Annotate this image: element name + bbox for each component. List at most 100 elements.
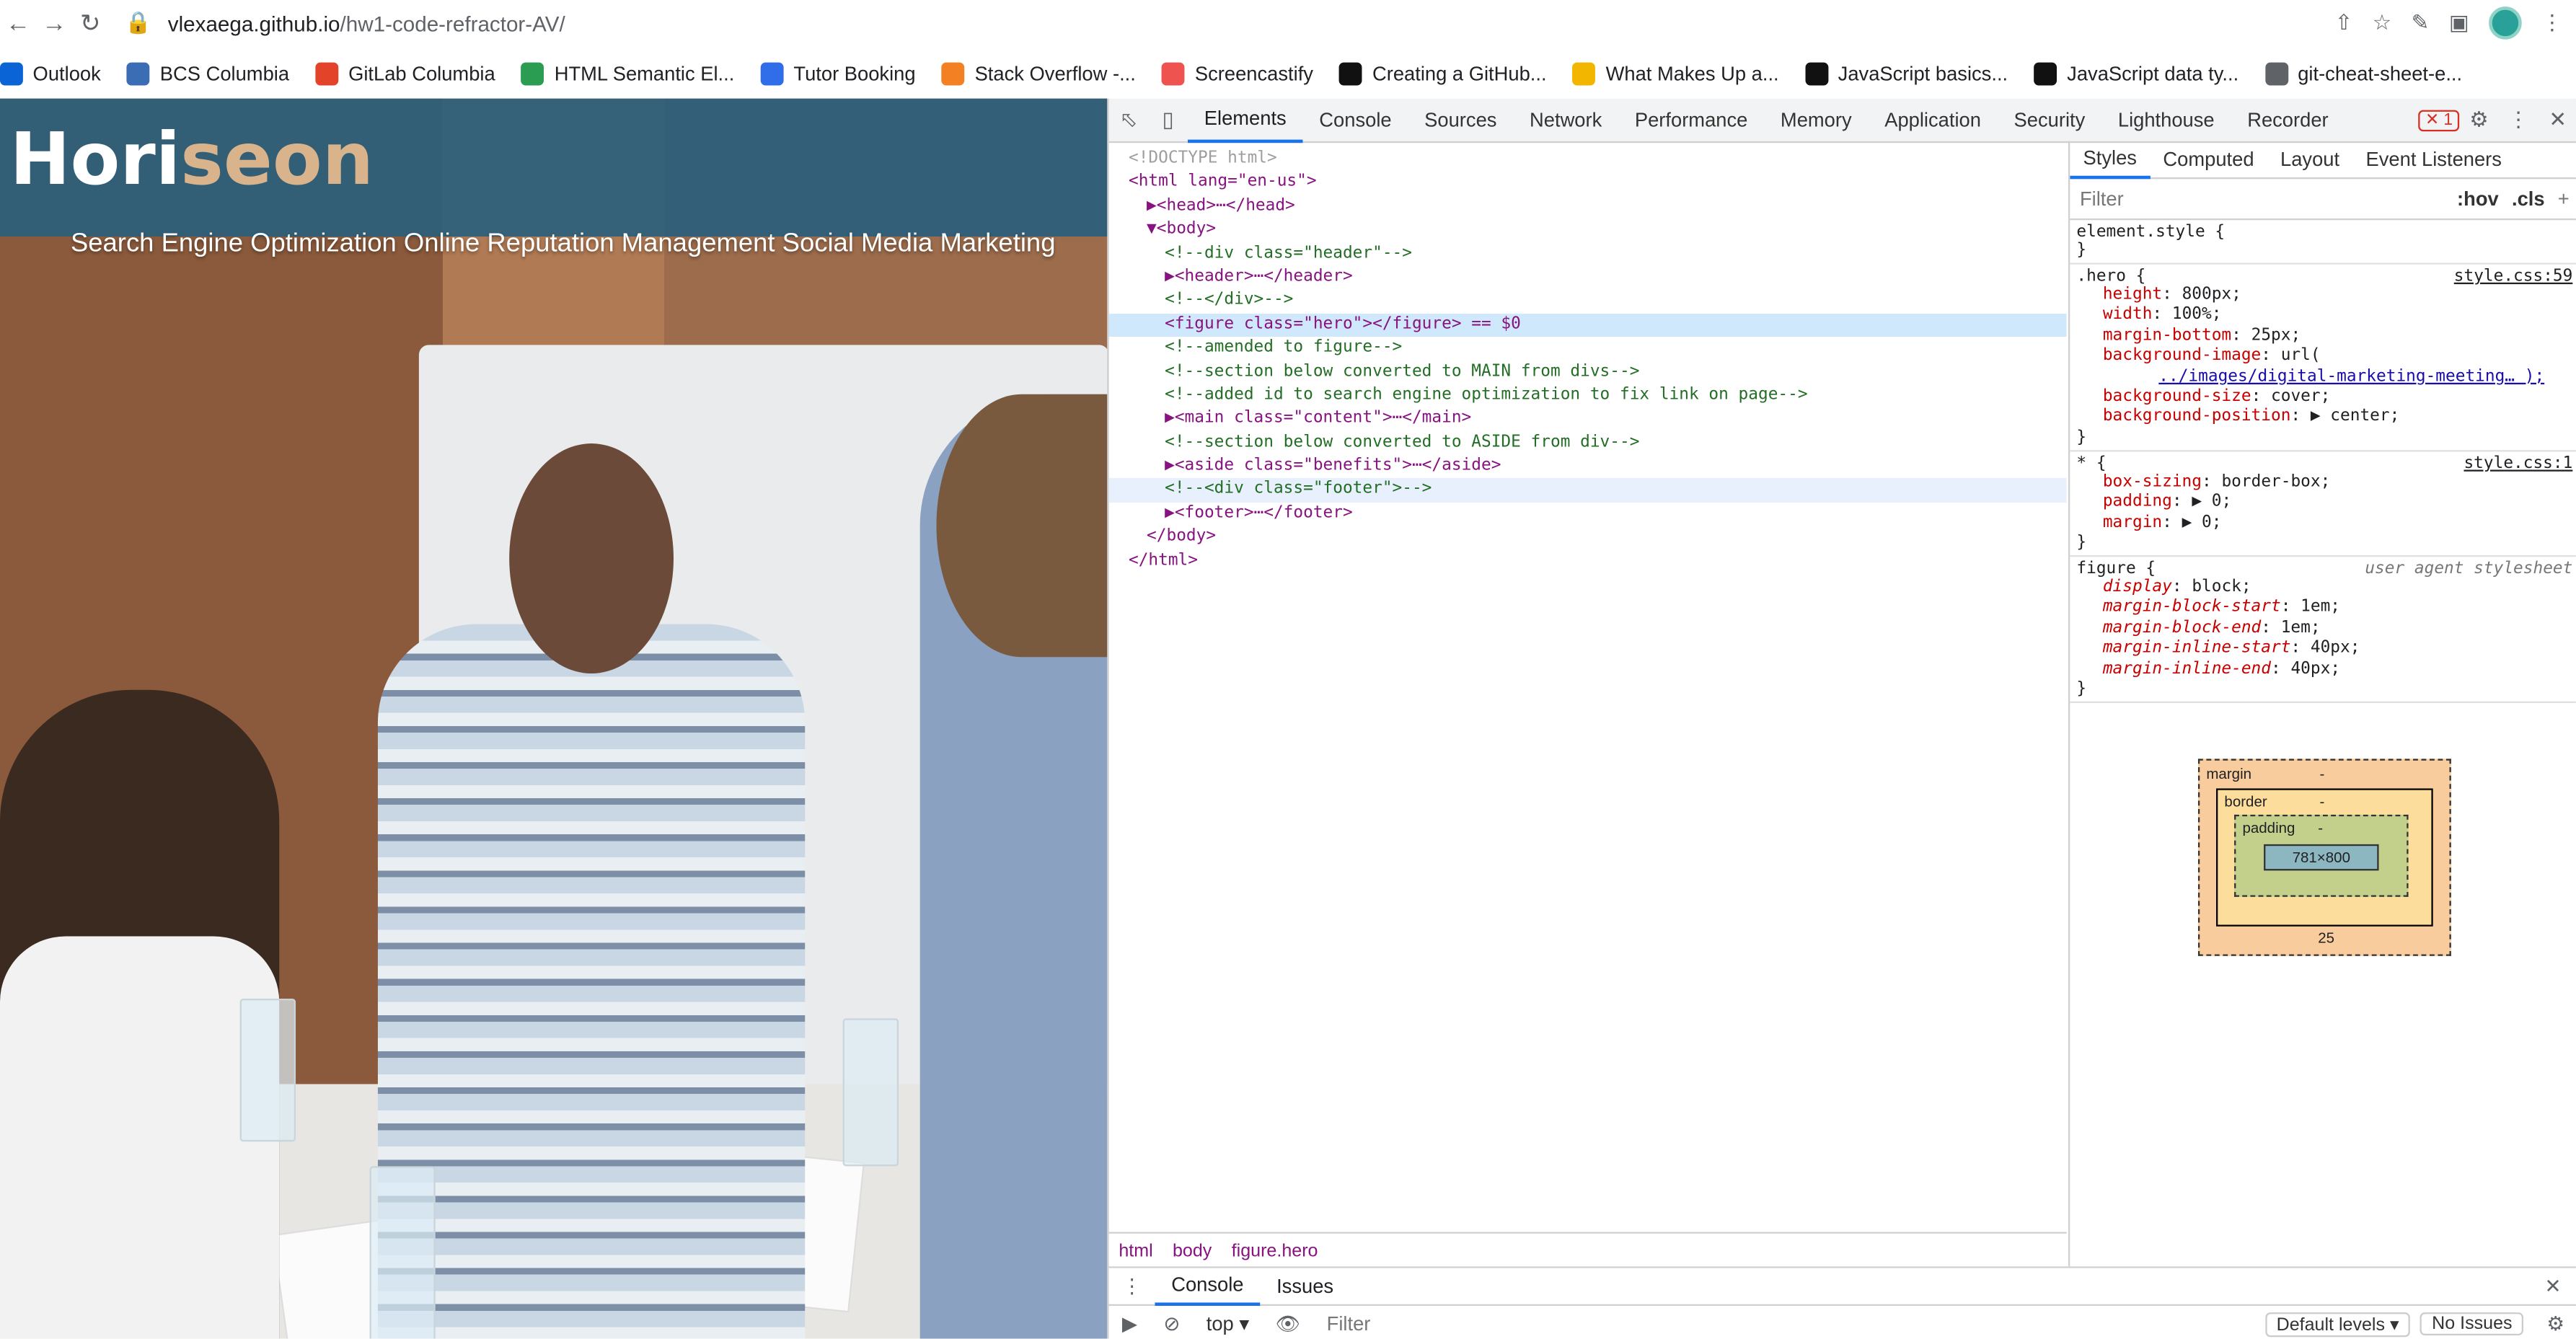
rule-selector[interactable]: .hero {	[2076, 268, 2145, 286]
clear-console-icon[interactable]: ⊘	[1150, 1312, 1193, 1335]
css-property[interactable]: margin-block-end: 1em;	[2076, 619, 2572, 640]
dom-node[interactable]: ▼<body>	[1109, 218, 2067, 242]
site-nav[interactable]: Search Engine Optimization Online Reputa…	[71, 230, 1056, 260]
css-property[interactable]: padding: ▶ 0;	[2076, 493, 2572, 513]
bookmark-item[interactable]: JavaScript data ty...	[2034, 62, 2238, 86]
reload-icon[interactable]: ↻	[72, 8, 108, 38]
no-issues[interactable]: No Issues	[2420, 1312, 2524, 1336]
dom-node[interactable]: <!--div class="header"-->	[1109, 242, 2067, 266]
css-property[interactable]: height: 800px;	[2076, 286, 2572, 306]
share-icon[interactable]: ⇧	[2335, 10, 2353, 36]
dom-node[interactable]: ▶<header>⋯</header>	[1109, 266, 2067, 290]
devtools-tab[interactable]: Network	[1513, 99, 1618, 141]
inspect-icon[interactable]: ⬁	[1109, 107, 1149, 133]
device-toolbar-icon[interactable]: ▯	[1148, 107, 1188, 133]
console-settings-icon[interactable]: ⚙	[2533, 1312, 2576, 1335]
devtools-tab[interactable]: Lighthouse	[2101, 99, 2231, 141]
star-icon[interactable]: ☆	[2373, 10, 2392, 36]
address-bar[interactable]: 🔒 vlexaega.github.io/hw1-code-refractor-…	[125, 4, 2260, 43]
error-count-badge[interactable]: ✕ 1	[2418, 109, 2460, 131]
bookmark-item[interactable]: Outlook	[0, 62, 101, 86]
css-property[interactable]: box-sizing: border-box;	[2076, 473, 2572, 493]
drawer-tab[interactable]: Console	[1155, 1266, 1261, 1307]
bookmark-item[interactable]: Screencastify	[1162, 62, 1313, 86]
breadcrumb-item[interactable]: figure.hero	[1232, 1242, 1318, 1261]
styles-tab[interactable]: Event Listeners	[2352, 141, 2515, 177]
devtools-tab[interactable]: Performance	[1618, 99, 1764, 141]
breadcrumb-item[interactable]: html	[1119, 1242, 1152, 1261]
dom-node[interactable]: <!--</div>-->	[1109, 290, 2067, 314]
back-icon[interactable]: ←	[0, 9, 36, 37]
more-icon[interactable]: ⋮	[2499, 107, 2538, 133]
settings-icon[interactable]: ⚙	[2459, 107, 2499, 133]
rule-selector[interactable]: element.style {	[2076, 224, 2225, 242]
eye-icon[interactable]: 👁	[1262, 1312, 1313, 1335]
bookmark-item[interactable]: Tutor Booking	[760, 62, 916, 86]
rule-selector[interactable]: * {	[2076, 455, 2106, 473]
devtools-tab[interactable]: Console	[1303, 99, 1408, 141]
extensions-icon[interactable]: ✎	[2412, 10, 2430, 36]
rule-source[interactable]: style.css:1	[2463, 455, 2572, 473]
css-property[interactable]: margin-block-start: 1em;	[2076, 598, 2572, 619]
dom-node[interactable]: <!--section below converted to MAIN from…	[1109, 361, 2067, 384]
dom-node[interactable]: ▶<aside class="benefits">⋯</aside>	[1109, 455, 2067, 479]
devtools-tab[interactable]: Application	[1868, 99, 1997, 141]
devtools-tab[interactable]: Elements	[1187, 97, 1303, 143]
dom-node[interactable]: <!--amended to figure-->	[1109, 337, 2067, 361]
dom-node[interactable]: <!--added id to search engine optimizati…	[1109, 384, 2067, 408]
css-property[interactable]: background-image: url(	[2076, 347, 2572, 367]
sidepanel-icon[interactable]: ▣	[2449, 10, 2469, 36]
styles-tab[interactable]: Layout	[2267, 141, 2353, 177]
css-property[interactable]: margin-inline-end: 40px;	[2076, 660, 2572, 680]
forward-icon[interactable]: →	[36, 9, 72, 37]
hov-toggle[interactable]: :hov	[2457, 187, 2499, 211]
css-property[interactable]: margin: ▶ 0;	[2076, 513, 2572, 534]
bookmark-item[interactable]: JavaScript basics...	[1805, 62, 2008, 86]
css-property[interactable]: ../images/digital-marketing-meeting… );	[2076, 367, 2572, 387]
css-property[interactable]: margin-inline-start: 40px;	[2076, 640, 2572, 660]
drawer-menu-icon[interactable]: ⋮	[1109, 1275, 1155, 1298]
dom-node[interactable]: <html lang="en-us">	[1109, 172, 2067, 195]
dom-node[interactable]: <!--section below converted to ASIDE fro…	[1109, 431, 2067, 455]
devtools-tab[interactable]: Sources	[1408, 99, 1513, 141]
dom-node[interactable]: </html>	[1109, 549, 2067, 573]
dom-node[interactable]: ▶<footer>⋯</footer>	[1109, 503, 2067, 526]
dom-node[interactable]: </body>	[1109, 526, 2067, 550]
bookmark-item[interactable]: git-cheat-sheet-e...	[2264, 62, 2462, 86]
cls-toggle[interactable]: .cls	[2512, 187, 2545, 211]
css-property[interactable]: margin-bottom: 25px;	[2076, 327, 2572, 347]
drawer-tab[interactable]: Issues	[1260, 1268, 1350, 1304]
rule-selector[interactable]: figure {	[2076, 560, 2156, 578]
bookmark-item[interactable]: BCS Columbia	[127, 62, 289, 86]
rule-source[interactable]: style.css:59	[2454, 268, 2573, 286]
dom-node[interactable]: <!DOCTYPE html>	[1109, 148, 2067, 172]
console-filter[interactable]: Filter	[1313, 1312, 2264, 1335]
dom-node[interactable]: <!--<div class="footer">-->	[1108, 478, 2067, 503]
bookmark-item[interactable]: GitLab Columbia	[315, 62, 495, 86]
devtools-tab[interactable]: Memory	[1764, 99, 1868, 141]
css-property[interactable]: background-size: cover;	[2076, 388, 2572, 408]
devtools-tab[interactable]: Security	[1998, 99, 2101, 141]
close-devtools-icon[interactable]: ✕	[2538, 107, 2576, 133]
bookmark-item[interactable]: Creating a GitHub...	[1339, 62, 1547, 86]
dom-node[interactable]: ▶<head>⋯</head>	[1109, 195, 2067, 219]
css-property[interactable]: background-position: ▶ center;	[2076, 408, 2572, 428]
dom-node[interactable]: <figure class="hero"></figure> == $0	[1108, 313, 2067, 337]
bookmark-item[interactable]: HTML Semantic El...	[521, 62, 734, 86]
breadcrumb-item[interactable]: body	[1173, 1242, 1212, 1261]
bookmark-item[interactable]: Stack Overflow -...	[942, 62, 1136, 86]
bookmark-item[interactable]: What Makes Up a...	[1573, 62, 1779, 86]
add-rule-icon[interactable]: +	[2558, 187, 2570, 211]
styles-filter[interactable]: Filter	[2070, 187, 2457, 211]
devtools-tab[interactable]: Recorder	[2231, 99, 2345, 141]
context-selector[interactable]: top ▾	[1194, 1312, 1263, 1335]
styles-tab[interactable]: Styles	[2070, 141, 2151, 180]
profile-avatar[interactable]	[2489, 6, 2522, 40]
sidebar-toggle-icon[interactable]: ▶	[1109, 1312, 1150, 1335]
close-drawer-icon[interactable]: ✕	[2528, 1268, 2576, 1304]
dom-node[interactable]: ▶<main class="content">⋯</main>	[1109, 408, 2067, 432]
css-property[interactable]: display: block;	[2076, 578, 2572, 598]
menu-icon[interactable]: ⋮	[2541, 10, 2563, 36]
css-property[interactable]: width: 100%;	[2076, 306, 2572, 327]
styles-tab[interactable]: Computed	[2150, 141, 2267, 177]
